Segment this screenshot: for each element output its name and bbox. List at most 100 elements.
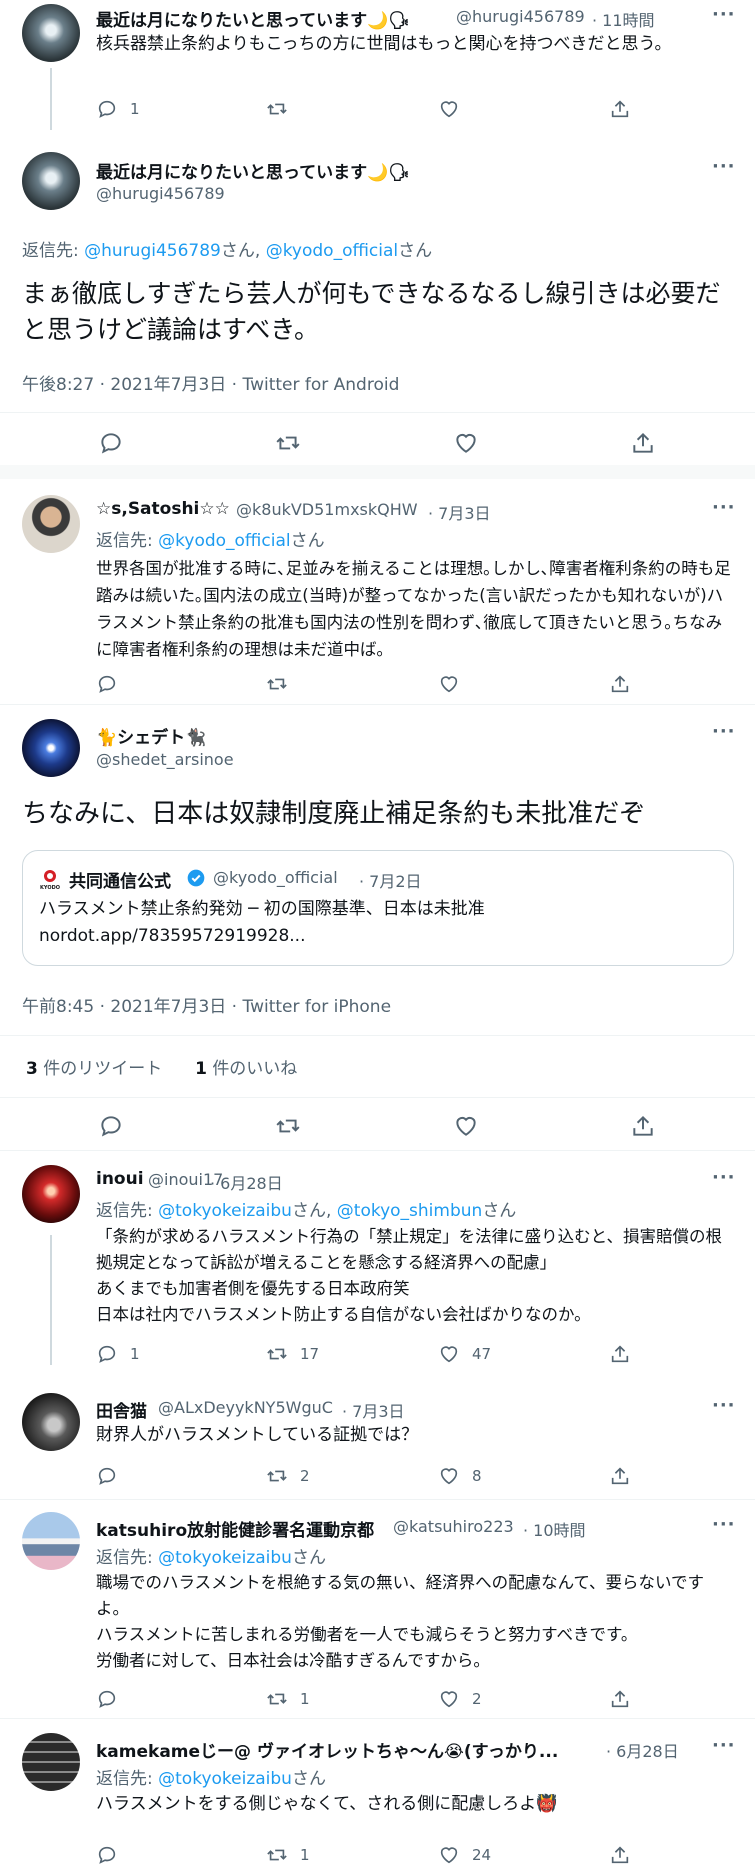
tweet-1[interactable]: 最近は月になりたいと思っています🌙🗣 @hurugi456789 · 11時間 … bbox=[0, 0, 755, 130]
retweet-button[interactable]: 1 bbox=[266, 1844, 310, 1866]
like-button[interactable] bbox=[453, 430, 479, 456]
share-button[interactable] bbox=[630, 1113, 656, 1139]
divider bbox=[0, 1035, 755, 1036]
tweet-8[interactable]: kamekameじー@ ヴァイオレットちゃ〜ん😭(すっかり... · 6月28日… bbox=[0, 1719, 755, 1875]
retweet-button[interactable]: 17 bbox=[266, 1343, 319, 1365]
reply-button[interactable] bbox=[96, 1465, 118, 1487]
tweet-5[interactable]: inoui @inoui17 · 6月28日 ··· 返信先: @tokyoke… bbox=[0, 1151, 755, 1371]
mention-link[interactable]: @kyodo_official bbox=[158, 531, 290, 551]
retweet-icon bbox=[267, 103, 287, 115]
like-button[interactable] bbox=[438, 673, 460, 695]
more-options-button[interactable]: ··· bbox=[712, 1735, 736, 1756]
display-name[interactable]: 🐈シェデト🐈‍⬛ bbox=[96, 723, 206, 748]
avatar[interactable] bbox=[22, 1165, 80, 1223]
timestamp[interactable]: · 7月3日 bbox=[342, 1398, 405, 1422]
reply-context: 返信先: @hurugi456789さん, @kyodo_officialさん bbox=[22, 236, 432, 261]
mention-link[interactable]: @tokyokeizaibu bbox=[158, 1201, 292, 1221]
more-options-button[interactable]: ··· bbox=[712, 4, 736, 25]
timestamp[interactable]: · 10時間 bbox=[523, 1517, 586, 1541]
display-name[interactable]: kamekameじー@ ヴァイオレットちゃ〜ん😭(すっかり... bbox=[96, 1737, 596, 1762]
username[interactable]: @hurugi456789 bbox=[456, 7, 585, 26]
display-name[interactable]: 最近は月になりたいと思っています🌙🗣 bbox=[96, 158, 410, 183]
display-name[interactable]: inoui bbox=[96, 1169, 144, 1189]
reply-icon bbox=[101, 1116, 121, 1137]
quote-link[interactable]: nordot.app/78359572919928... bbox=[39, 924, 719, 949]
retweet-button[interactable] bbox=[275, 1113, 301, 1139]
tweet-text: ちなみに、日本は奴隷制度廃止補足条約も未批准だぞ bbox=[22, 799, 646, 829]
tweet-6[interactable]: 田舎猫 @ALxDeyykNY5WguC · 7月3日 ··· 財界人がハラスメ… bbox=[0, 1371, 755, 1498]
more-options-button[interactable]: ··· bbox=[712, 156, 736, 177]
tweet-4-focused[interactable]: 🐈シェデト🐈‍⬛ @shedet_arsinoe ··· ちなみに、日本は奴隷制… bbox=[0, 705, 755, 1148]
tweet-text: ハラスメントをする側じゃなくて、される側に配慮しろよ👹 bbox=[96, 1794, 558, 1814]
reply-button[interactable] bbox=[98, 1113, 124, 1139]
timestamp[interactable]: · 7月3日 bbox=[428, 500, 491, 524]
retweet-button[interactable]: 2 bbox=[266, 1465, 310, 1487]
username[interactable]: @shedet_arsinoe bbox=[96, 750, 234, 769]
reply-icon bbox=[98, 1846, 116, 1864]
timestamp[interactable]: · 11時間 bbox=[592, 7, 655, 31]
like-button[interactable]: 24 bbox=[438, 1844, 491, 1866]
more-options-button[interactable]: ··· bbox=[712, 1167, 736, 1188]
display-name[interactable]: ☆s,Satoshi☆☆ bbox=[96, 499, 230, 519]
tweet-7[interactable]: katsuhiro放射能健診署名運動京都 @katsuhiro223 · 10時… bbox=[0, 1500, 755, 1718]
quoted-tweet[interactable]: KYODO 共同通信公式 @kyodo_official · 7月2日 ハラスメ… bbox=[22, 850, 734, 966]
username[interactable]: @ALxDeyykNY5WguC bbox=[158, 1398, 333, 1417]
share-icon bbox=[611, 675, 629, 693]
retweet-icon bbox=[267, 1693, 287, 1705]
display-name[interactable]: katsuhiro放射能健診署名運動京都 bbox=[96, 1516, 374, 1541]
avatar[interactable] bbox=[22, 1393, 80, 1451]
reply-button[interactable]: 1 bbox=[96, 1343, 140, 1365]
timestamp[interactable]: · 6月28日 bbox=[210, 1170, 283, 1194]
share-button[interactable] bbox=[609, 1688, 631, 1710]
reply-button[interactable] bbox=[96, 1844, 118, 1866]
share-button[interactable] bbox=[609, 1343, 631, 1365]
avatar[interactable] bbox=[22, 495, 80, 553]
like-button[interactable] bbox=[438, 98, 460, 120]
divider bbox=[0, 1097, 755, 1098]
share-button[interactable] bbox=[609, 673, 631, 695]
retweets-stat[interactable]: 3 件のリツイート bbox=[26, 1059, 162, 1079]
mention-link[interactable]: @kyodo_official bbox=[266, 241, 398, 261]
reply-button[interactable]: 1 bbox=[96, 98, 140, 120]
avatar[interactable] bbox=[22, 719, 80, 777]
retweet-button[interactable] bbox=[266, 98, 288, 120]
more-options-button[interactable]: ··· bbox=[712, 1514, 736, 1535]
like-button[interactable]: 2 bbox=[438, 1688, 482, 1710]
san-suffix: さん bbox=[290, 531, 325, 551]
avatar[interactable] bbox=[22, 152, 80, 210]
likes-stat[interactable]: 1 件のいいね bbox=[195, 1059, 297, 1079]
mention-link[interactable]: @hurugi456789 bbox=[84, 241, 221, 261]
retweet-button[interactable] bbox=[275, 430, 301, 456]
heart-icon bbox=[456, 1116, 476, 1136]
username[interactable]: @katsuhiro223 bbox=[393, 1517, 514, 1536]
username[interactable]: @k8ukVD51mxskQHW bbox=[236, 500, 418, 519]
mention-link[interactable]: @tokyokeizaibu bbox=[158, 1769, 292, 1789]
reply-button[interactable] bbox=[96, 673, 118, 695]
avatar[interactable] bbox=[22, 1733, 80, 1791]
like-button[interactable]: 47 bbox=[438, 1343, 491, 1365]
share-button[interactable] bbox=[609, 1844, 631, 1866]
tweet-3[interactable]: ☆s,Satoshi☆☆ @k8ukVD51mxskQHW · 7月3日 ···… bbox=[0, 479, 755, 704]
tweet-2-focused[interactable]: 最近は月になりたいと思っています🌙🗣 @hurugi456789 ··· 返信先… bbox=[0, 130, 755, 465]
reply-button[interactable] bbox=[98, 430, 124, 456]
timestamp[interactable]: · 6月28日 bbox=[606, 1738, 679, 1762]
mention-link[interactable]: @tokyo_shimbun bbox=[337, 1201, 483, 1221]
display-name[interactable]: 田舎猫 bbox=[96, 1397, 147, 1422]
more-options-button[interactable]: ··· bbox=[712, 1395, 736, 1416]
like-button[interactable] bbox=[453, 1113, 479, 1139]
username[interactable]: @hurugi456789 bbox=[96, 184, 225, 203]
like-button[interactable]: 8 bbox=[438, 1465, 482, 1487]
retweet-button[interactable]: 1 bbox=[266, 1688, 310, 1710]
avatar[interactable] bbox=[22, 4, 80, 62]
share-button[interactable] bbox=[630, 430, 656, 456]
san-suffix: さん bbox=[482, 1201, 517, 1221]
mention-link[interactable]: @tokyokeizaibu bbox=[158, 1548, 292, 1568]
retweet-button[interactable] bbox=[266, 673, 288, 695]
more-options-button[interactable]: ··· bbox=[712, 721, 736, 742]
reply-button[interactable] bbox=[96, 1688, 118, 1710]
share-button[interactable] bbox=[609, 1465, 631, 1487]
display-name[interactable]: 最近は月になりたいと思っています🌙🗣 bbox=[96, 6, 410, 31]
avatar[interactable] bbox=[22, 1512, 80, 1570]
share-button[interactable] bbox=[609, 98, 631, 120]
more-options-button[interactable]: ··· bbox=[712, 497, 736, 518]
